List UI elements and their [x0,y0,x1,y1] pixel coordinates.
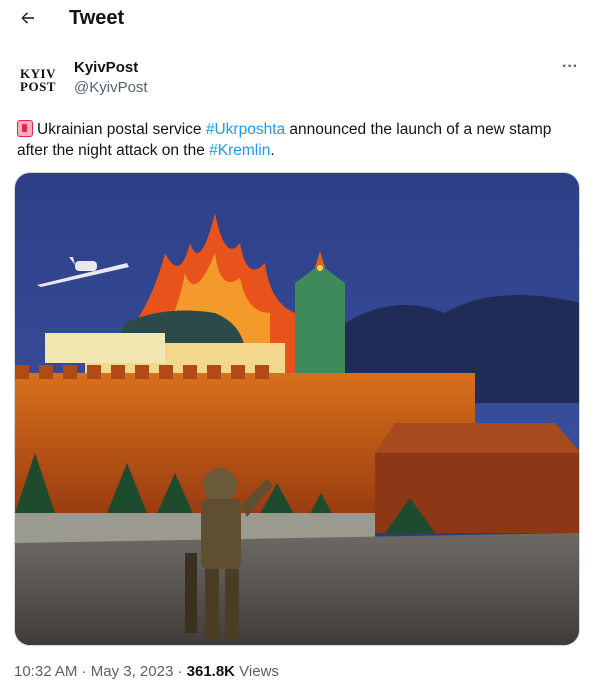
more-horizontal-icon[interactable]: ··· [558,57,582,81]
tweet-media-image[interactable] [14,172,580,646]
avatar[interactable]: KYIV POST [14,55,62,103]
page-title: Tweet [69,7,125,29]
stamp-illustration [15,173,579,645]
author-handle[interactable]: @KyivPost [74,79,148,97]
tweet-header: Tweet [0,0,596,36]
tweet-text-part3: . [270,142,275,159]
tweet-text: Ukrainian postal service #Ukrposhta anno… [17,119,582,161]
tweet-meta: 10:32 AM · May 3, 2023 · 361.8K Views [14,662,279,682]
author-name[interactable]: KyivPost [74,59,138,77]
meta-separator: · [173,663,187,680]
tweet-author: KYIV POST KyivPost @KyivPost ··· [14,55,584,103]
tweet-time[interactable]: 10:32 AM [14,663,77,680]
hashtag-link-ukrposhta[interactable]: #Ukrposhta [206,121,285,138]
arrow-left-icon[interactable] [14,6,38,30]
meta-separator: · [77,663,91,680]
hashtag-link-kremlin[interactable]: #Kremlin [209,142,270,159]
postbox-icon [17,120,33,137]
tweet-text-part1: Ukrainian postal service [37,121,206,138]
tweet-date[interactable]: May 3, 2023 [91,663,174,680]
views-label: Views [235,663,279,680]
avatar-logo-line2: POST [20,79,56,94]
views-count: 361.8K [186,663,236,680]
